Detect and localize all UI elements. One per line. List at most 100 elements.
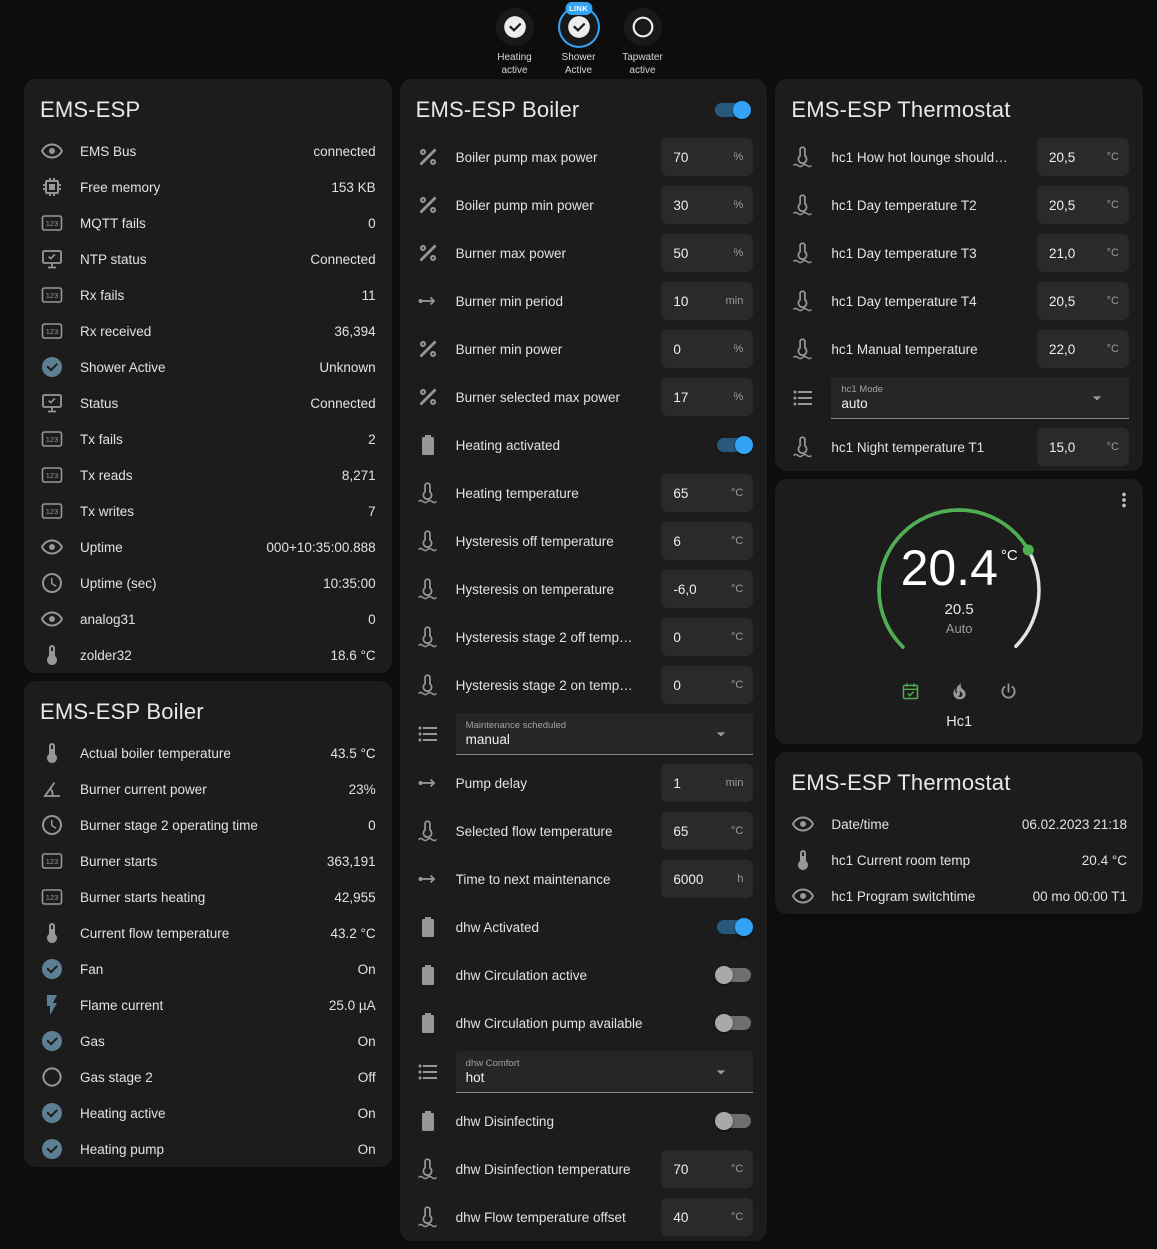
- card-title: EMS-ESP Boiler: [40, 699, 204, 725]
- input-value: 20,5: [1037, 150, 1075, 165]
- entity-row[interactable]: 123Tx writes7: [24, 493, 392, 529]
- input-value: 20,5: [1037, 198, 1075, 213]
- control-row: hc1 How hot lounge should…20,5°C: [775, 133, 1143, 181]
- entity-row[interactable]: FanOn: [24, 951, 392, 987]
- toggle-switch[interactable]: [715, 435, 753, 455]
- entity-row[interactable]: 123Rx received36,394: [24, 313, 392, 349]
- card-title: EMS-ESP Boiler: [416, 97, 580, 123]
- number-input[interactable]: 70°C: [661, 1150, 753, 1188]
- entity-row[interactable]: StatusConnected: [24, 385, 392, 421]
- thermometer-water-icon: [416, 481, 440, 505]
- entity-row[interactable]: Uptime (sec)10:35:00: [24, 565, 392, 601]
- control-row: Selected flow temperature65°C: [400, 807, 768, 855]
- entity-row[interactable]: 123Tx reads8,271: [24, 457, 392, 493]
- number-input[interactable]: 70%: [661, 138, 753, 176]
- toggle-switch[interactable]: [715, 1013, 753, 1033]
- entity-row[interactable]: Free memory153 KB: [24, 169, 392, 205]
- entity-row[interactable]: EMS Busconnected: [24, 133, 392, 169]
- number-input[interactable]: 0°C: [661, 666, 753, 704]
- entity-row[interactable]: Actual boiler temperature43.5 °C: [24, 735, 392, 771]
- entity-name: Status: [80, 396, 118, 411]
- number-input[interactable]: 20,5°C: [1037, 138, 1129, 176]
- number-input[interactable]: -6,0°C: [661, 570, 753, 608]
- entity-row[interactable]: Burner current power23%: [24, 771, 392, 807]
- entity-row[interactable]: Heating activeOn: [24, 1095, 392, 1131]
- thermostat-dial[interactable]: 20.4 °C 20.5 Auto: [864, 495, 1054, 681]
- number-input[interactable]: 65°C: [661, 474, 753, 512]
- entity-row[interactable]: Shower ActiveUnknown: [24, 349, 392, 385]
- number-input[interactable]: 30%: [661, 186, 753, 224]
- entity-row[interactable]: Date/time06.02.2023 21:18: [775, 806, 1143, 842]
- entity-row[interactable]: zolder3218.6 °C: [24, 637, 392, 673]
- input-unit: °C: [1107, 343, 1129, 355]
- entity-row[interactable]: 123Tx fails2: [24, 421, 392, 457]
- number-input[interactable]: 15,0°C: [1037, 428, 1129, 466]
- entity-name: Burner current power: [80, 782, 207, 797]
- svg-text:123: 123: [46, 507, 59, 516]
- entity-value: Connected: [300, 252, 375, 267]
- entity-name: Burner max power: [456, 246, 662, 261]
- input-value: 70: [661, 1162, 688, 1177]
- gauge-readout: 20.4 °C 20.5 Auto: [864, 495, 1054, 681]
- thermometer-water-icon: [791, 241, 815, 265]
- thermometer-water-icon: [791, 289, 815, 313]
- input-unit: °C: [731, 631, 753, 643]
- entity-row[interactable]: NTP statusConnected: [24, 241, 392, 277]
- entity-row[interactable]: hc1 Program switchtime00 mo 00:00 T1: [775, 878, 1143, 914]
- number-input[interactable]: 6°C: [661, 522, 753, 560]
- link-badge: LINK: [565, 2, 592, 15]
- left-column: EMS-ESPEMS BusconnectedFree memory153 KB…: [24, 79, 392, 1175]
- number-input[interactable]: 0%: [661, 330, 753, 368]
- number-input[interactable]: 17%: [661, 378, 753, 416]
- number-input[interactable]: 65°C: [661, 812, 753, 850]
- input-value: 30: [661, 198, 688, 213]
- counter-icon: 123: [40, 885, 64, 909]
- select-label: dhw Comfort: [466, 1058, 726, 1069]
- thermometer-water-icon: [416, 577, 440, 601]
- entity-row[interactable]: 123Burner starts heating42,955: [24, 879, 392, 915]
- entity-name: Burner min period: [456, 294, 662, 309]
- number-input[interactable]: 0°C: [661, 618, 753, 656]
- entity-row[interactable]: analog310: [24, 601, 392, 637]
- entity-row[interactable]: Burner stage 2 operating time0: [24, 807, 392, 843]
- state-badge[interactable]: LINKShower Active: [550, 8, 608, 77]
- entity-row[interactable]: 123Burner starts363,191: [24, 843, 392, 879]
- entity-row[interactable]: 123Rx fails11: [24, 277, 392, 313]
- number-input[interactable]: 1min: [661, 764, 753, 802]
- entity-row[interactable]: Gas stage 2Off: [24, 1059, 392, 1095]
- state-badge[interactable]: Heating active: [486, 8, 544, 77]
- entity-row[interactable]: Flame current25.0 µA: [24, 987, 392, 1023]
- select-value: hot: [466, 1070, 726, 1085]
- clock-icon: [40, 571, 64, 595]
- number-input[interactable]: 20,5°C: [1037, 186, 1129, 224]
- select-input[interactable]: dhw Comforthot: [456, 1051, 754, 1093]
- number-input[interactable]: 50%: [661, 234, 753, 272]
- input-value: 65: [661, 824, 688, 839]
- toggle-switch[interactable]: [715, 1111, 753, 1131]
- entity-name: hc1 Day temperature T3: [831, 246, 1037, 261]
- toggle-switch[interactable]: [715, 965, 753, 985]
- number-input[interactable]: 22,0°C: [1037, 330, 1129, 368]
- number-input[interactable]: 20,5°C: [1037, 282, 1129, 320]
- card-header-toggle[interactable]: [713, 100, 751, 120]
- badge-label: Heating active: [497, 51, 531, 77]
- number-input[interactable]: 40°C: [661, 1198, 753, 1236]
- card-ems-esp-thermostat-info: EMS-ESP ThermostatDate/time06.02.2023 21…: [775, 752, 1143, 914]
- number-input[interactable]: 21,0°C: [1037, 234, 1129, 272]
- toggle-switch[interactable]: [715, 917, 753, 937]
- input-value: 0: [661, 342, 681, 357]
- number-input[interactable]: 6000h: [661, 860, 753, 898]
- entity-value: 06.02.2023 21:18: [1012, 817, 1127, 832]
- entity-name: Uptime (sec): [80, 576, 157, 591]
- entity-row[interactable]: 123MQTT fails0: [24, 205, 392, 241]
- select-input[interactable]: Maintenance scheduledmanual: [456, 713, 754, 755]
- entity-row[interactable]: hc1 Current room temp20.4 °C: [775, 842, 1143, 878]
- entity-row[interactable]: Uptime000+10:35:00.888: [24, 529, 392, 565]
- dots-vertical-icon[interactable]: [1113, 489, 1135, 511]
- entity-row[interactable]: GasOn: [24, 1023, 392, 1059]
- state-badge[interactable]: Tapwater active: [614, 8, 672, 77]
- select-input[interactable]: hc1 Modeauto: [831, 377, 1129, 419]
- entity-row[interactable]: Heating pumpOn: [24, 1131, 392, 1167]
- entity-row[interactable]: Current flow temperature43.2 °C: [24, 915, 392, 951]
- number-input[interactable]: 10min: [661, 282, 753, 320]
